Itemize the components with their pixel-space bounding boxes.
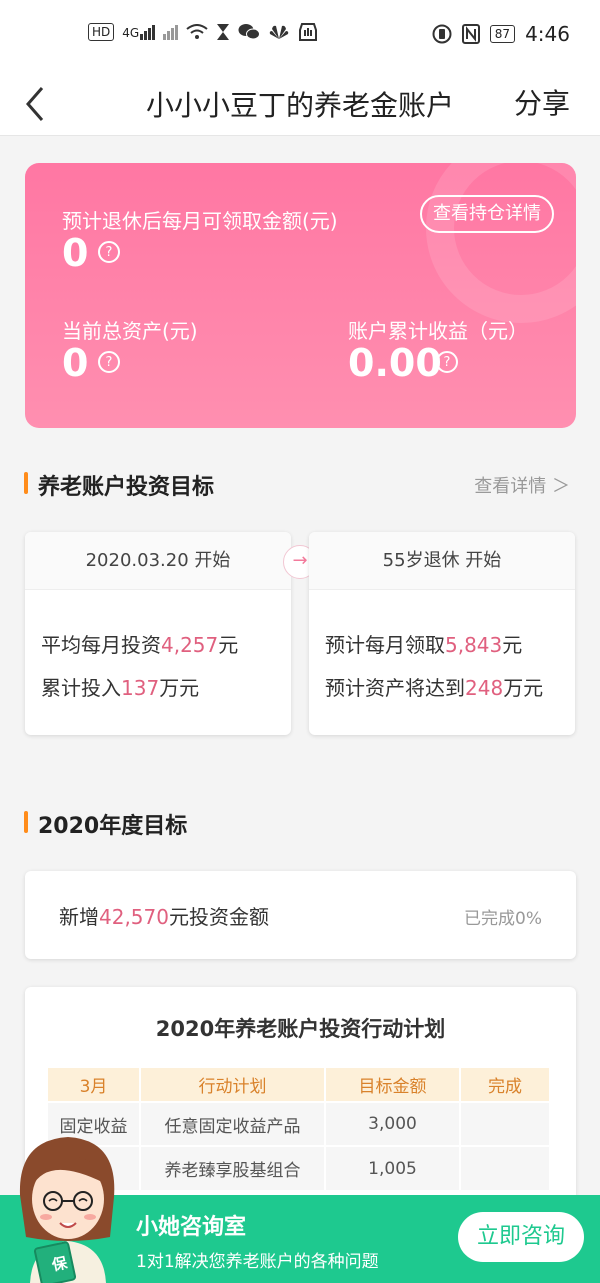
monthly-invest-amount: 4,257 <box>161 633 219 657</box>
vibrate-icon <box>432 24 452 44</box>
wifi-icon <box>186 24 208 39</box>
huawei-icon <box>269 25 289 39</box>
view-holdings-button[interactable]: 查看持仓详情 <box>420 195 554 233</box>
nfc-icon <box>461 24 480 44</box>
signal-no-service-icon <box>163 24 179 40</box>
projected-assets-prefix: 预计资产将达到 <box>325 676 465 700</box>
advisor-avatar[interactable]: 保 <box>8 1125 128 1283</box>
total-profit-value: 0.00 <box>348 341 442 385</box>
year-goal-card[interactable]: 新增42,570元投资金额 已完成0% <box>25 871 576 959</box>
hourglass-icon <box>217 24 230 40</box>
year-goal-amount: 42,570 <box>99 905 169 929</box>
goal-section-title: 养老账户投资目标 <box>24 469 214 501</box>
goal-details-link[interactable]: 查看详情 ＞ <box>474 472 570 498</box>
retirement-goal-head: 55岁退休 开始 <box>309 532 575 590</box>
consult-title: 小她咨询室 <box>136 1215 247 1240</box>
monthly-payout-line: 预计每月领取5,843元 <box>325 629 522 658</box>
monthly-payout-prefix: 预计每月领取 <box>325 633 445 657</box>
total-invest-prefix: 累计投入 <box>41 676 121 700</box>
monthly-payout-unit: 元 <box>502 633 523 657</box>
table-cell <box>460 1101 551 1146</box>
retirement-goal-card: 55岁退休 开始 预计每月领取5,843元 预计资产将达到248万元 <box>309 532 575 735</box>
total-invest-line: 累计投入137万元 <box>41 672 199 701</box>
year-goal-prefix: 新增 <box>59 905 99 929</box>
monthly-invest-prefix: 平均每月投资 <box>41 633 161 657</box>
hd-icon: HD <box>88 23 115 41</box>
signal-4g-label: 4G <box>122 25 140 40</box>
monthly-payout-value: 0 <box>62 231 89 275</box>
status-bar: HD 4G 87 4:46 <box>0 0 600 70</box>
monthly-invest-unit: 元 <box>218 633 239 657</box>
start-goal-card: 2020.03.20 开始 平均每月投资4,257元 累计投入137万元 <box>25 532 291 735</box>
table-cell: 任意固定收益产品 <box>140 1101 326 1146</box>
column-header-target: 目标金额 <box>325 1068 461 1102</box>
total-invest-amount: 137 <box>121 676 160 700</box>
year-goal-progress: 已完成0% <box>464 909 542 929</box>
help-icon[interactable]: ? <box>98 351 120 373</box>
monthly-payout-label: 预计退休后每月可领取金额(元) <box>62 209 338 233</box>
hand-icon <box>299 23 318 41</box>
consult-now-button[interactable]: 立即咨询 <box>458 1212 584 1262</box>
battery-icon: 87 <box>489 25 516 43</box>
share-button[interactable]: 分享 <box>514 82 570 122</box>
table-cell: 3,000 <box>325 1101 461 1146</box>
table-cell <box>460 1145 551 1190</box>
help-icon[interactable]: ? <box>436 351 458 373</box>
status-icons-right: 87 4:46 <box>432 22 570 46</box>
help-icon[interactable]: ? <box>98 241 120 263</box>
year-goal-suffix: 元投资金额 <box>168 905 269 929</box>
projected-assets-unit: 万元 <box>503 676 544 700</box>
action-plan-title: 2020年养老账户投资行动计划 <box>155 1017 446 1041</box>
advisor-illustration <box>19 1137 115 1283</box>
clock: 4:46 <box>525 22 570 46</box>
consult-subtitle: 1对1解决您养老账户的各种问题 <box>136 1252 379 1272</box>
wechat-icon <box>238 24 261 40</box>
total-invest-unit: 万元 <box>159 676 200 700</box>
monthly-payout-amount: 5,843 <box>445 633 503 657</box>
signal-4g-icon: 4G <box>122 24 156 40</box>
column-header-plan: 行动计划 <box>140 1068 326 1102</box>
nav-bar: 小小小豆丁的养老金账户 分享 <box>0 70 600 136</box>
total-assets-label: 当前总资产(元) <box>62 319 198 343</box>
year-goal-text: 新增42,570元投资金额 <box>59 901 269 930</box>
projected-assets-line: 预计资产将达到248万元 <box>325 672 543 701</box>
monthly-invest-line: 平均每月投资4,257元 <box>41 629 238 658</box>
total-assets-value: 0 <box>62 341 89 385</box>
status-icons-left: HD 4G <box>88 22 318 42</box>
column-header-month: 3月 <box>48 1068 141 1102</box>
year-section-title: 2020年度目标 <box>24 808 187 840</box>
column-header-done: 完成 <box>460 1068 551 1102</box>
total-profit-label: 账户累计收益（元） <box>348 319 528 343</box>
projected-assets-amount: 248 <box>465 676 504 700</box>
start-goal-head: 2020.03.20 开始 <box>25 532 291 590</box>
page-title: 小小小豆丁的养老金账户 <box>145 89 454 122</box>
table-header-row: 3月 行动计划 目标金额 完成 <box>48 1068 551 1102</box>
table-cell: 1,005 <box>325 1145 461 1190</box>
table-cell: 养老臻享股基组合 <box>140 1145 326 1190</box>
decorative-ring <box>426 163 576 323</box>
pension-summary-card: 预计退休后每月可领取金额(元) 0 ? 查看持仓详情 当前总资产(元) 0 ? … <box>25 163 576 428</box>
